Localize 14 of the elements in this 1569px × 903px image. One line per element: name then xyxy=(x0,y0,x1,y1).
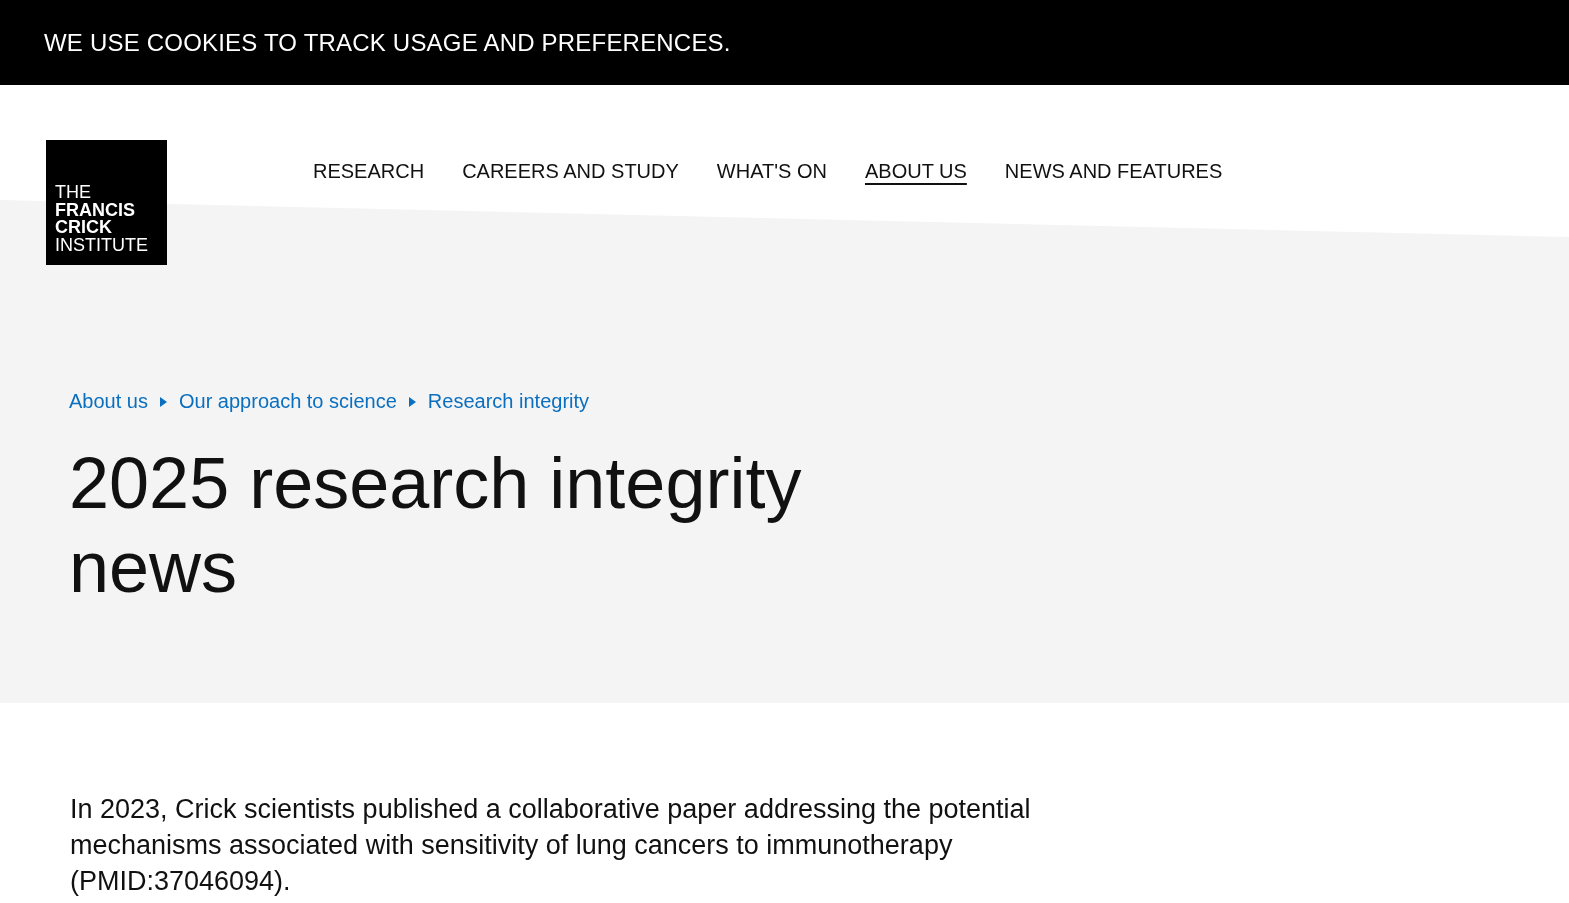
caret-icon xyxy=(159,396,167,407)
nav-link[interactable]: NEWS AND FEATURES xyxy=(1004,160,1223,183)
nav-link[interactable]: CAREERS AND STUDY xyxy=(462,160,679,183)
caret-icon xyxy=(408,396,416,407)
nav-link[interactable]: WHAT'S ON xyxy=(716,160,827,183)
logo[interactable]: THE FRANCIS CRICK INSTITUTE xyxy=(46,140,167,265)
nav-link[interactable]: ABOUT US xyxy=(864,160,967,183)
breadcrumb-link[interactable]: Research integrity xyxy=(427,390,590,413)
breadcrumb-link[interactable]: About us xyxy=(69,390,148,413)
nav-link[interactable]: RESEARCH xyxy=(313,160,425,183)
body-paragraph: In 2023, Crick scientists published a collaborative paper addressing the potential mechanisms associated with sensitivity of lung cancers to immunotherapy (PMID:37046094). xyxy=(70,793,1032,898)
breadcrumb-link[interactable]: Our approach to science xyxy=(178,390,397,413)
page-title: 2025 research integrity news xyxy=(69,442,803,609)
cookie-banner-text: WE USE COOKIES TO TRACK USAGE AND PREFERENCES. xyxy=(44,28,731,57)
